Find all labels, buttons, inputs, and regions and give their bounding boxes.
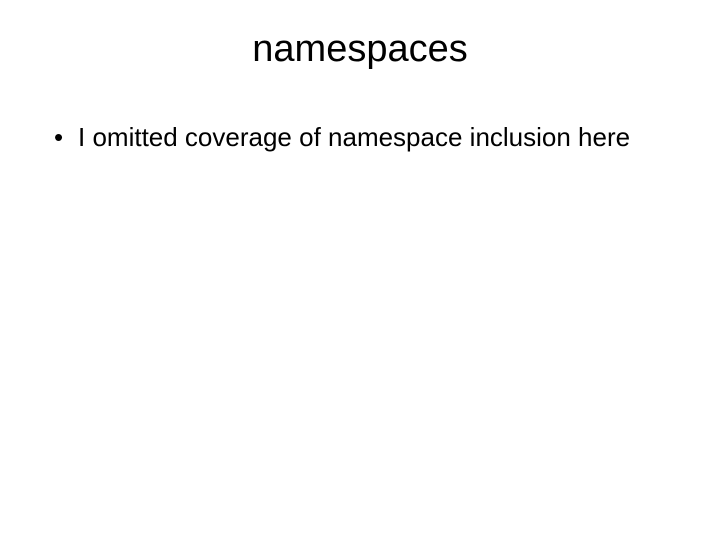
bullet-item: I omitted coverage of namespace inclusio… [50, 121, 680, 154]
slide-title: namespaces [40, 28, 680, 71]
slide-container: namespaces I omitted coverage of namespa… [0, 0, 720, 540]
bullet-list: I omitted coverage of namespace inclusio… [40, 121, 680, 154]
